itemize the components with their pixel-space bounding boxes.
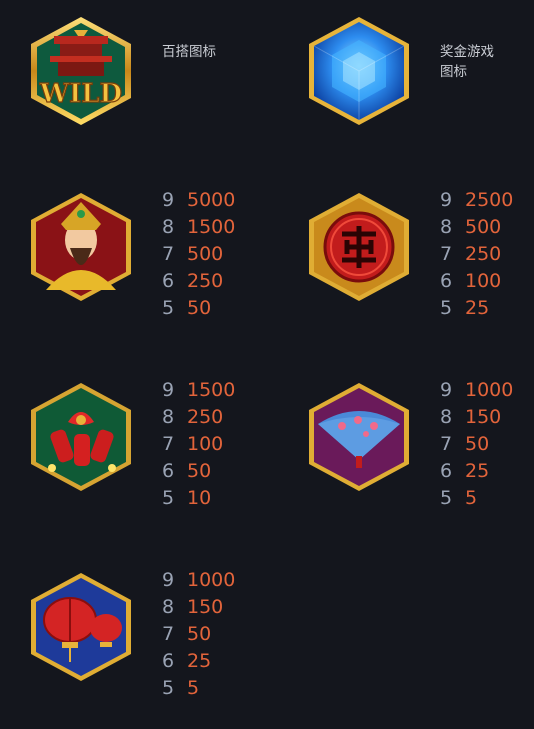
payout-row: 8 500: [440, 214, 513, 241]
symbol-count: 5: [162, 677, 175, 699]
payout-value: 250: [187, 270, 224, 292]
payout-value: 100: [465, 270, 502, 292]
symbol-count: 9: [162, 569, 175, 591]
red-coin-icon: [302, 190, 416, 304]
symbol-count: 9: [440, 379, 453, 401]
symbol-count: 5: [162, 487, 175, 509]
scatter-caption: 奖金游戏图标: [440, 44, 494, 80]
payout-row: 6 25: [162, 648, 235, 675]
payout-row: 7 50: [440, 431, 513, 458]
payout-value: 1000: [465, 379, 514, 401]
payout-row: 8 150: [162, 594, 235, 621]
payout-value: 250: [187, 406, 224, 428]
payout-row: 9 1000: [440, 377, 513, 404]
payout-row: 5 50: [162, 295, 235, 322]
payout-row: 9 2500: [440, 187, 513, 214]
payout-value: 1500: [187, 379, 236, 401]
symbol-count: 9: [162, 189, 175, 211]
symbol-count: 5: [440, 297, 453, 319]
payout-value: 50: [187, 623, 212, 645]
fan-icon: [302, 380, 416, 494]
payout-value: 25: [465, 297, 490, 319]
payout-row: 8 250: [162, 404, 235, 431]
payout-value: 5000: [187, 189, 236, 211]
symbol-count: 8: [162, 596, 175, 618]
payout-row: 5 25: [440, 295, 513, 322]
symbol-count: 8: [440, 216, 453, 238]
payout-row: 7 100: [162, 431, 235, 458]
symbol-count: 7: [162, 433, 175, 455]
symbol-count: 7: [440, 433, 453, 455]
payout-value: 25: [465, 460, 490, 482]
fan-paytable: 9 1000 8 150 7 50 6 25 55: [440, 377, 513, 512]
payout-row: 8 1500: [162, 214, 235, 241]
emperor-icon: [24, 190, 138, 304]
payout-value: 10: [187, 487, 212, 509]
symbol-count: 8: [162, 216, 175, 238]
blue-gem-icon: [302, 14, 416, 128]
payout-value: 50: [187, 460, 212, 482]
symbol-count: 5: [440, 487, 453, 509]
symbol-count: 9: [162, 379, 175, 401]
symbol-count: 6: [162, 460, 175, 482]
payout-value: 150: [465, 406, 502, 428]
symbol-count: 7: [162, 243, 175, 265]
payout-row: 6 100: [440, 268, 513, 295]
symbol-count: 7: [162, 623, 175, 645]
payout-row: 55: [162, 675, 235, 702]
payout-row: 9 1000: [162, 567, 235, 594]
payout-value: 2500: [465, 189, 514, 211]
payout-row: 9 5000: [162, 187, 235, 214]
payout-value: 1500: [187, 216, 236, 238]
lanterns-paytable: 9 1000 8 150 7 50 6 25 55: [162, 567, 235, 702]
payout-value: 50: [187, 297, 212, 319]
payout-value: 5: [187, 677, 200, 699]
payout-row: 6 50: [162, 458, 235, 485]
payout-row: 9 1500: [162, 377, 235, 404]
firecrackers-paytable: 9 1500 8 250 7 100 6 50 5 10: [162, 377, 235, 512]
symbol-count: 9: [440, 189, 453, 211]
symbol-count: 6: [162, 270, 175, 292]
wild-icon: WILD: [24, 14, 138, 128]
coin-paytable: 9 2500 8 500 7 250 6 100 5 25: [440, 187, 513, 322]
payout-row: 7 250: [440, 241, 513, 268]
symbol-count: 8: [162, 406, 175, 428]
symbol-count: 6: [162, 650, 175, 672]
lanterns-icon: [24, 570, 138, 684]
symbol-count: 6: [440, 460, 453, 482]
firecrackers-icon: [24, 380, 138, 494]
symbol-count: 6: [440, 270, 453, 292]
payout-value: 500: [187, 243, 224, 265]
payout-value: 25: [187, 650, 212, 672]
payout-value: 1000: [187, 569, 236, 591]
payout-value: 500: [465, 216, 502, 238]
wild-caption: 百搭图标: [162, 44, 216, 60]
payout-row: 6 250: [162, 268, 235, 295]
payout-row: 7 50: [162, 621, 235, 648]
payout-value: 5: [465, 487, 478, 509]
payout-row: 6 25: [440, 458, 513, 485]
payout-value: 50: [465, 433, 490, 455]
symbol-count: 7: [440, 243, 453, 265]
payout-row: 7 500: [162, 241, 235, 268]
payout-row: 8 150: [440, 404, 513, 431]
payout-value: 250: [465, 243, 502, 265]
symbol-count: 8: [440, 406, 453, 428]
wild-text: WILD: [39, 79, 122, 109]
payout-row: 5 10: [162, 485, 235, 512]
payout-value: 100: [187, 433, 224, 455]
symbol-count: 5: [162, 297, 175, 319]
emperor-paytable: 9 5000 8 1500 7 500 6 250 5 50: [162, 187, 235, 322]
payout-value: 150: [187, 596, 224, 618]
payout-row: 55: [440, 485, 513, 512]
